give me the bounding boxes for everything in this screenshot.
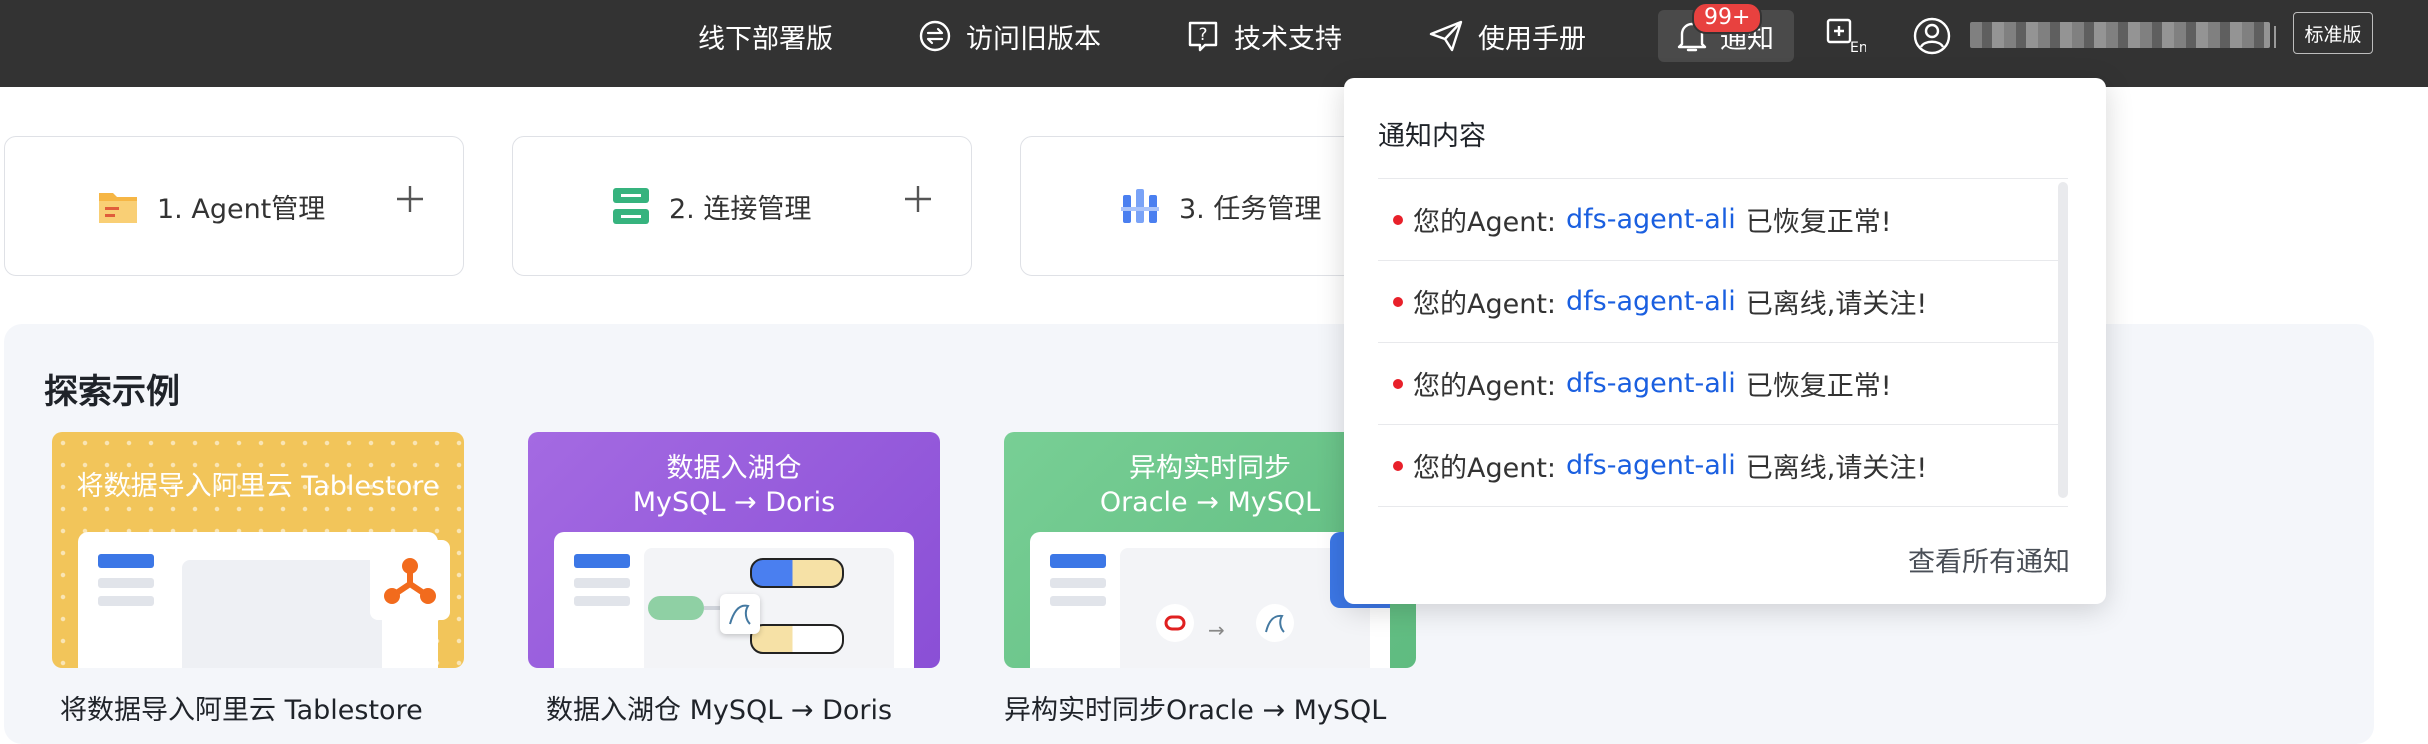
view-all-notifications-link[interactable]: 查看所有通知 bbox=[1908, 540, 2070, 579]
example-card-doris[interactable]: 数据入湖仓 MySQL → Doris bbox=[528, 432, 940, 668]
notification-item[interactable]: 您的Agent: dfs-agent-ali 已恢复正常! bbox=[1378, 178, 2068, 260]
tech-support-link[interactable]: ? 技术支持 bbox=[1186, 0, 1342, 72]
status-dot bbox=[1393, 214, 1403, 225]
tablestore-icon bbox=[384, 558, 436, 604]
notification-status: 已恢复正常! bbox=[1745, 371, 1892, 402]
add-agent-icon[interactable] bbox=[395, 184, 425, 214]
mysql-logo-icon bbox=[1256, 604, 1294, 642]
offline-deploy-label: 线下部署版 bbox=[698, 23, 833, 55]
tablestore-logo bbox=[370, 540, 450, 620]
oracle-logo-icon bbox=[1156, 604, 1194, 642]
step-agent-card[interactable]: 1. Agent管理 bbox=[4, 136, 464, 276]
folder-icon bbox=[99, 193, 137, 223]
step-task-label: 3. 任务管理 bbox=[1179, 193, 1322, 225]
manual-link[interactable]: 使用手册 bbox=[1428, 0, 1586, 72]
agent-link[interactable]: dfs-agent-ali bbox=[1566, 204, 1736, 235]
card-oracle-caption[interactable]: 异构实时同步Oracle → MySQL bbox=[1004, 688, 1386, 727]
card-doris-head-line1: 数据入湖仓 bbox=[666, 453, 802, 484]
notification-item[interactable]: 您的Agent: dfs-agent-ali 已恢复正常! bbox=[1378, 342, 2068, 424]
notification-prefix: 您的Agent: bbox=[1413, 371, 1557, 402]
status-dot bbox=[1393, 296, 1403, 307]
card-preview-window bbox=[554, 532, 914, 668]
notification-popover: 通知内容 您的Agent: dfs-agent-ali 已恢复正常! 您的Age… bbox=[1344, 78, 2106, 604]
agent-link[interactable]: dfs-agent-ali bbox=[1566, 450, 1736, 481]
task-icon bbox=[1121, 189, 1159, 223]
agent-link[interactable]: dfs-agent-ali bbox=[1566, 286, 1736, 317]
arrow-icon: → bbox=[1208, 618, 1225, 642]
notification-status: 已离线,请关注! bbox=[1745, 289, 1928, 320]
step-connection-label: 2. 连接管理 bbox=[669, 193, 812, 225]
status-dot bbox=[1393, 378, 1403, 389]
edition-label: 标准版 bbox=[2304, 23, 2362, 46]
agent-link[interactable]: dfs-agent-ali bbox=[1566, 368, 1736, 399]
notification-list: 您的Agent: dfs-agent-ali 已恢复正常! 您的Agent: d… bbox=[1378, 178, 2068, 507]
mysql-logo-icon bbox=[720, 594, 760, 634]
step-agent-label: 1. Agent管理 bbox=[157, 193, 326, 225]
status-dot bbox=[1393, 460, 1403, 471]
notification-item[interactable]: 您的Agent: dfs-agent-ali 已离线,请关注! bbox=[1378, 424, 2068, 507]
example-card-tablestore[interactable]: 将数据导入阿里云 Tablestore bbox=[52, 432, 464, 668]
old-version-label: 访问旧版本 bbox=[966, 23, 1101, 55]
user-name-blurred bbox=[1970, 22, 2270, 48]
notification-status: 已离线,请关注! bbox=[1745, 453, 1928, 484]
connection-icon bbox=[613, 188, 649, 224]
language-switch-icon[interactable]: En bbox=[1826, 18, 1866, 54]
help-chat-icon: ? bbox=[1188, 21, 1218, 52]
card-doris-caption[interactable]: 数据入湖仓 MySQL → Doris bbox=[546, 688, 892, 727]
manual-label: 使用手册 bbox=[1478, 23, 1586, 55]
step-connection-card[interactable]: 2. 连接管理 bbox=[512, 136, 972, 276]
svg-text:?: ? bbox=[1198, 25, 1207, 45]
notification-prefix: 您的Agent: bbox=[1413, 207, 1557, 238]
svg-text:En: En bbox=[1850, 40, 1866, 54]
top-nav-bar: 线下部署版 访问旧版本 ? 技术支持 使用手册 通知 99+ En 标准版 bbox=[0, 0, 2428, 87]
user-avatar-icon[interactable] bbox=[1912, 16, 1952, 56]
switch-icon bbox=[919, 20, 951, 52]
notification-status: 已恢复正常! bbox=[1745, 207, 1892, 238]
card-doris-head: 数据入湖仓 MySQL → Doris bbox=[528, 452, 940, 520]
edition-button[interactable]: 标准版 bbox=[2293, 12, 2373, 54]
notification-badge: 99+ bbox=[1692, 2, 1763, 34]
send-plane-icon bbox=[1429, 20, 1463, 52]
old-version-link[interactable]: 访问旧版本 bbox=[918, 0, 1101, 72]
notification-scrollbar[interactable] bbox=[2058, 182, 2068, 498]
notification-prefix: 您的Agent: bbox=[1413, 453, 1557, 484]
divider bbox=[2274, 26, 2276, 48]
offline-deploy-link[interactable]: 线下部署版 bbox=[698, 0, 833, 72]
card-tablestore-head: 将数据导入阿里云 Tablestore bbox=[76, 471, 440, 502]
card-tablestore-caption[interactable]: 将数据导入阿里云 Tablestore bbox=[60, 688, 423, 727]
tech-support-label: 技术支持 bbox=[1234, 23, 1342, 55]
notification-prefix: 您的Agent: bbox=[1413, 289, 1557, 320]
notification-title: 通知内容 bbox=[1378, 121, 1486, 152]
add-connection-icon[interactable] bbox=[903, 184, 933, 214]
notification-item[interactable]: 您的Agent: dfs-agent-ali 已离线,请关注! bbox=[1378, 260, 2068, 342]
notification-button[interactable]: 通知 99+ bbox=[1658, 2, 1794, 62]
card-doris-head-line2: MySQL → Doris bbox=[632, 487, 836, 518]
explore-title: 探索示例 bbox=[44, 372, 180, 412]
